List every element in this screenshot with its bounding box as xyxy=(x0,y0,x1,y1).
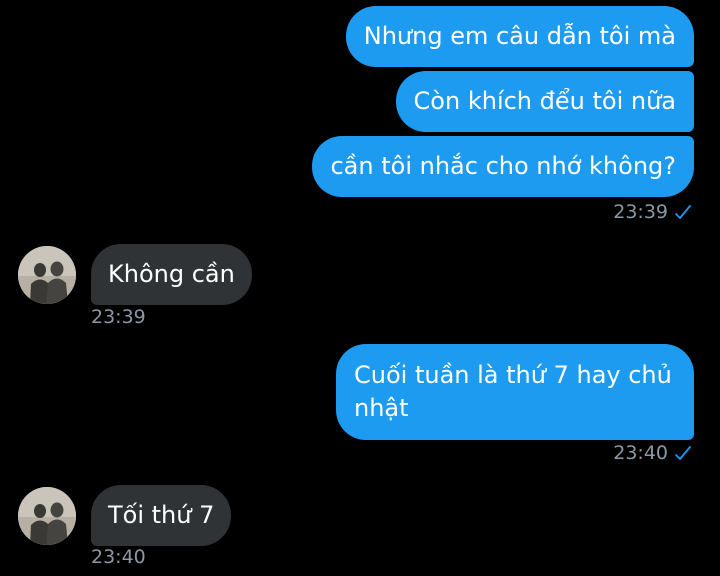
outgoing-message-bubble[interactable]: Còn khích đểu tôi nữa xyxy=(395,71,694,132)
message-text: cần tôi nhắc cho nhớ không? xyxy=(330,152,676,180)
message-text: Không cần xyxy=(108,260,235,288)
timestamp-text: 23:40 xyxy=(613,442,668,464)
message-text: Cuối tuần là thứ 7 hay chủ nhật xyxy=(354,361,672,422)
message-timestamp: 23:40 xyxy=(613,442,692,464)
message-text: Tối thứ 7 xyxy=(108,501,215,529)
message-text: Còn khích đểu tôi nữa xyxy=(413,87,676,115)
check-icon xyxy=(674,203,692,221)
message-timestamp: 23:39 xyxy=(91,306,146,328)
outgoing-message-bubble[interactable]: Cuối tuần là thứ 7 hay chủ nhật xyxy=(336,344,694,440)
timestamp-text: 23:39 xyxy=(91,306,146,328)
timestamp-text: 23:39 xyxy=(613,201,668,223)
avatar[interactable] xyxy=(18,487,76,545)
timestamp-text: 23:40 xyxy=(91,546,146,568)
incoming-message-bubble[interactable]: Tối thứ 7 xyxy=(91,485,232,546)
message-timestamp: 23:39 xyxy=(613,201,692,223)
avatar[interactable] xyxy=(18,246,76,304)
outgoing-message-bubble[interactable]: Nhưng em câu dẫn tôi mà xyxy=(345,6,694,67)
incoming-message-bubble[interactable]: Không cần xyxy=(91,244,252,305)
check-icon xyxy=(674,444,692,462)
message-timestamp: 23:40 xyxy=(91,546,146,568)
message-text: Nhưng em câu dẫn tôi mà xyxy=(363,22,676,50)
outgoing-message-bubble[interactable]: cần tôi nhắc cho nhớ không? xyxy=(312,136,694,197)
